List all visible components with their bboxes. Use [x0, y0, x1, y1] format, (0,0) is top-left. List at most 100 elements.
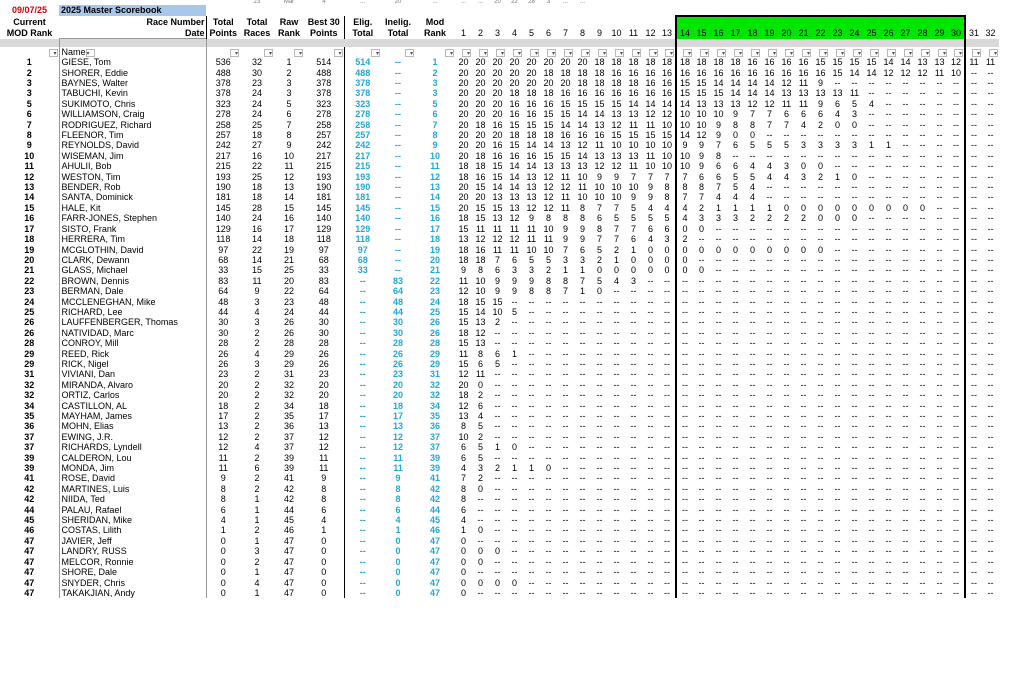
- filter-dropdown-icon[interactable]: ▾: [802, 48, 811, 57]
- filter-dropdown-icon[interactable]: ▾: [768, 48, 777, 57]
- driver-name-cell[interactable]: TABUCHI, Kevin: [58, 88, 207, 99]
- filter-dropdown-icon[interactable]: ▾: [547, 48, 556, 57]
- driver-name-cell[interactable]: SHORE, Dale: [58, 567, 207, 578]
- driver-name-cell[interactable]: WILLIAMSON, Craig: [58, 109, 207, 120]
- driver-name-cell[interactable]: MOHN, Elias: [58, 421, 207, 432]
- driver-name-cell[interactable]: SNYDER, Chris: [58, 577, 207, 588]
- driver-name-cell[interactable]: SISTO, Frank: [58, 223, 207, 235]
- driver-name-cell[interactable]: EWING, J.R.: [58, 431, 207, 443]
- filter-dropdown-icon[interactable]: ▾: [264, 48, 273, 57]
- driver-name-cell[interactable]: ROSE, David: [58, 473, 207, 484]
- filter-dropdown-icon[interactable]: ▾: [85, 48, 95, 57]
- driver-name-cell[interactable]: RICHARD, Lee: [58, 306, 207, 318]
- driver-name-cell[interactable]: CALDERON, Lou: [58, 452, 207, 464]
- driver-name-cell[interactable]: VIVIANI, Dan: [58, 369, 207, 380]
- filter-dropdown-icon[interactable]: ▾: [751, 48, 760, 57]
- filter-dropdown-icon[interactable]: ▾: [734, 48, 743, 57]
- filter-dropdown-icon[interactable]: ▾: [513, 48, 522, 57]
- driver-name-cell[interactable]: HALE, Kit: [58, 202, 207, 214]
- filter-dropdown-icon[interactable]: ▾: [700, 48, 709, 57]
- driver-name-cell[interactable]: JAVIER, Jeff: [58, 535, 207, 547]
- total-points-cell: 17: [218, 411, 229, 421]
- filter-dropdown-icon[interactable]: ▾: [581, 48, 590, 57]
- filter-dropdown-icon[interactable]: ▾: [371, 48, 380, 57]
- driver-name-cell[interactable]: LANDRY, RUSS: [58, 546, 207, 557]
- filter-dropdown-icon[interactable]: ▾: [294, 48, 303, 57]
- driver-name-cell[interactable]: SHORER, Eddie: [58, 67, 207, 78]
- driver-name-cell[interactable]: MCGLOTHIN, David: [58, 244, 207, 255]
- driver-name-cell[interactable]: WESTON, Tim: [58, 171, 207, 183]
- filter-dropdown-icon[interactable]: ▾: [938, 48, 947, 57]
- driver-name-cell[interactable]: BAYNES, Walter: [58, 78, 207, 89]
- driver-name-cell[interactable]: ORTIZ, Carlos: [58, 390, 207, 401]
- filter-dropdown-icon[interactable]: ▾: [870, 48, 879, 57]
- filter-dropdown-icon[interactable]: ▾: [665, 48, 674, 57]
- filter-dropdown-icon[interactable]: ▾: [683, 48, 692, 57]
- filter-dropdown-icon[interactable]: ▾: [954, 48, 963, 57]
- driver-name-cell[interactable]: BROWN, Dennis: [58, 275, 207, 287]
- driver-name-cell[interactable]: PALAU, Rafael: [58, 504, 207, 516]
- driver-name-cell[interactable]: MAYHAM, James: [58, 411, 207, 422]
- driver-name-cell[interactable]: GLASS, Michael: [58, 265, 207, 276]
- filter-dropdown-icon[interactable]: ▾: [904, 48, 913, 57]
- driver-name-cell[interactable]: NIIDA, Ted: [58, 494, 207, 505]
- driver-name-cell[interactable]: FARR-JONES, Stephen: [58, 213, 207, 224]
- filter-dropdown-icon[interactable]: ▾: [989, 48, 998, 57]
- driver-name-cell[interactable]: RICK, Nigel: [58, 358, 207, 370]
- driver-name-cell[interactable]: BERMAN, Dale: [58, 286, 207, 297]
- filter-dropdown-icon[interactable]: ▾: [479, 48, 488, 57]
- race-score-cell: --: [766, 556, 773, 567]
- race-score-cell: 15: [849, 57, 860, 68]
- driver-name-cell[interactable]: MELCOR, Ronnie: [58, 556, 207, 568]
- driver-name-cell[interactable]: MCCLENEGHAN, Mike: [58, 296, 207, 307]
- race-score-cell: --: [868, 317, 875, 328]
- filter-dropdown-icon[interactable]: ▾: [462, 48, 471, 57]
- filter-dropdown-icon[interactable]: ▾: [972, 48, 981, 57]
- driver-name-cell[interactable]: NATIVIDAD, Marc: [58, 327, 207, 339]
- filter-dropdown-icon[interactable]: ▾: [785, 48, 794, 57]
- driver-name-cell[interactable]: BENDER, Rob: [58, 182, 207, 193]
- filter-dropdown-icon[interactable]: ▾: [48, 48, 58, 57]
- filter-dropdown-icon[interactable]: ▾: [230, 48, 239, 57]
- driver-name-cell[interactable]: SANTA, Dominick: [58, 192, 207, 203]
- filter-dropdown-icon[interactable]: ▾: [717, 48, 726, 57]
- filter-dropdown-icon[interactable]: ▾: [530, 48, 539, 57]
- driver-name-cell[interactable]: REED, Rick: [58, 348, 207, 359]
- driver-name-cell[interactable]: COSTAS, Lilith: [58, 525, 207, 536]
- driver-name-cell[interactable]: RODRIGUEZ, Richard: [58, 119, 207, 131]
- driver-name-cell[interactable]: MONDA, Jim: [58, 463, 207, 474]
- driver-name-cell[interactable]: CONROY, Mill: [58, 338, 207, 349]
- filter-dropdown-icon[interactable]: ▾: [853, 48, 862, 57]
- filter-dropdown-icon[interactable]: ▾: [836, 48, 845, 57]
- driver-name-cell[interactable]: AHULII, Bob: [58, 161, 207, 172]
- filter-dropdown-icon[interactable]: ▾: [564, 48, 573, 57]
- driver-name-cell[interactable]: SUKIMOTO, Chris: [58, 98, 207, 110]
- driver-name-cell[interactable]: GIESE, Tom: [58, 57, 207, 68]
- driver-name-cell[interactable]: LAUFFENBERGER, Thomas: [58, 317, 207, 328]
- driver-name-cell[interactable]: HERRERA, Tim: [58, 234, 207, 245]
- filter-dropdown-icon[interactable]: ▾: [632, 48, 641, 57]
- filter-dropdown-icon[interactable]: ▾: [921, 48, 930, 57]
- filter-dropdown-icon[interactable]: ▾: [405, 48, 414, 57]
- driver-name-cell[interactable]: CLARK, Dewann: [58, 254, 207, 266]
- filter-dropdown-icon[interactable]: ▾: [598, 48, 607, 57]
- driver-name-cell[interactable]: SHERIDAN, Mike: [58, 515, 207, 526]
- filter-dropdown-icon[interactable]: ▾: [649, 48, 658, 57]
- race-score-cell: --: [868, 452, 875, 463]
- filter-dropdown-icon[interactable]: ▾: [445, 48, 454, 57]
- driver-name-cell[interactable]: MARTINES, Luis: [58, 483, 207, 495]
- driver-name-cell[interactable]: MIRANDA, Alvaro: [58, 379, 207, 391]
- sheet-title[interactable]: 2025 Master Scorebook: [59, 5, 206, 17]
- race-score-cell: 7: [562, 244, 568, 255]
- filter-dropdown-icon[interactable]: ▾: [333, 48, 343, 57]
- filter-dropdown-icon[interactable]: ▾: [887, 48, 896, 57]
- driver-name-cell[interactable]: FLEENOR, Tim: [58, 130, 207, 141]
- filter-dropdown-icon[interactable]: ▾: [615, 48, 624, 57]
- driver-name-cell[interactable]: CASTILLON, AL: [58, 400, 207, 411]
- filter-dropdown-icon[interactable]: ▾: [819, 48, 828, 57]
- driver-name-cell[interactable]: REYNOLDS, David: [58, 140, 207, 151]
- driver-name-cell[interactable]: RICHARDS, Lyndell: [58, 442, 207, 453]
- driver-name-cell[interactable]: WISEMAN, Jim: [58, 150, 207, 162]
- driver-name-cell[interactable]: TAKAKJIAN, Andy: [58, 587, 207, 599]
- filter-dropdown-icon[interactable]: ▾: [496, 48, 505, 57]
